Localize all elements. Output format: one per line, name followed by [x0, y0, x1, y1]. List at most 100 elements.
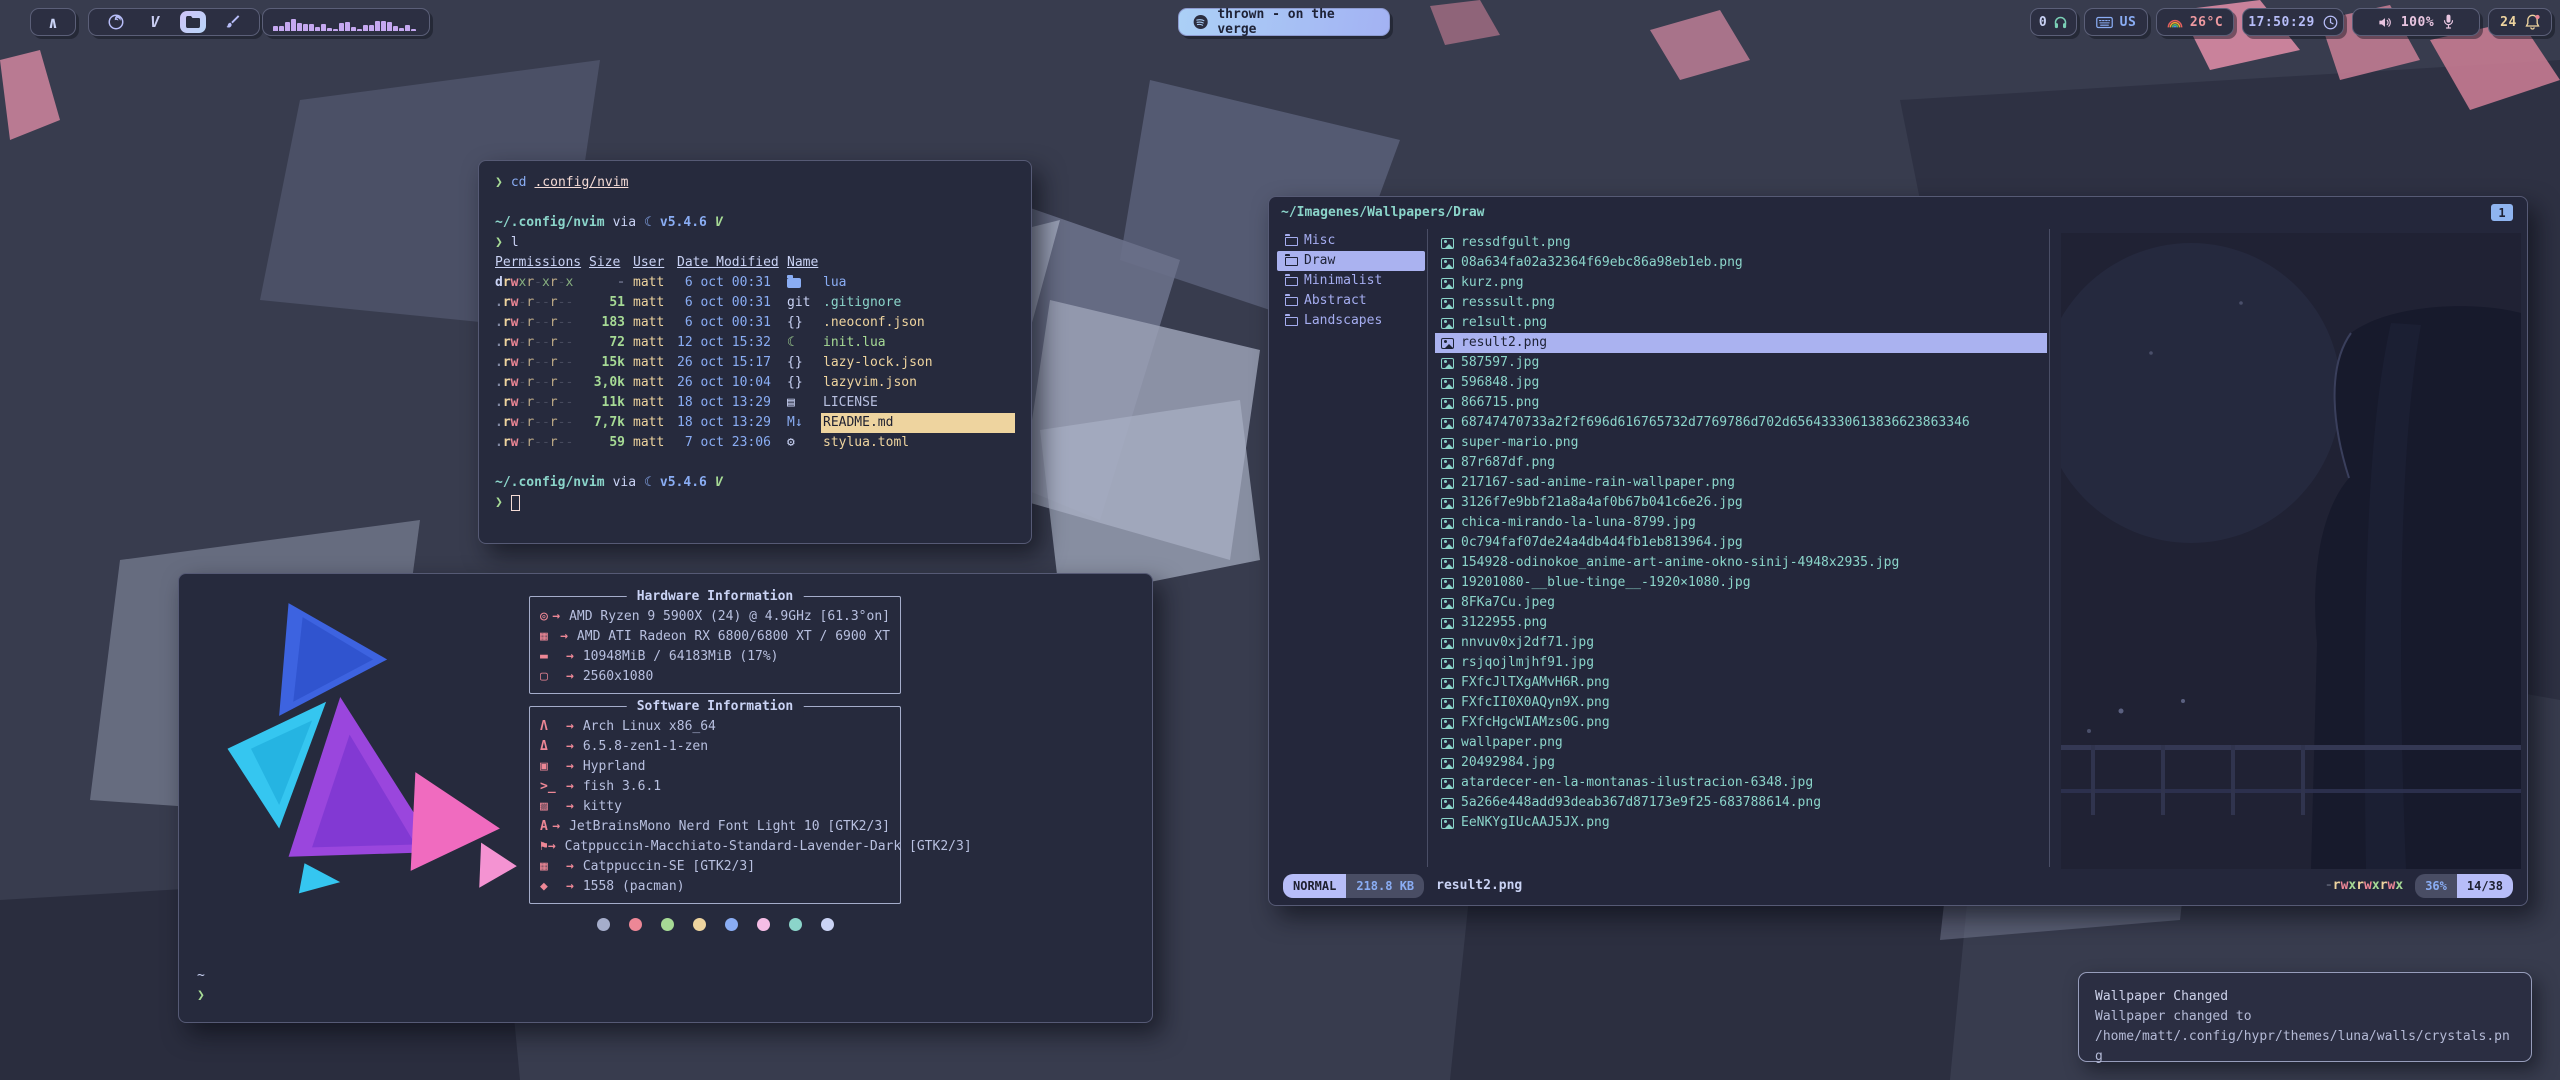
- fetch-window[interactable]: Hardware Information ◎ → AMD Ryzen 9 590…: [178, 573, 1153, 1023]
- files-button[interactable]: [180, 11, 206, 33]
- arrow-icon: →: [566, 737, 574, 757]
- arrow-icon: →: [566, 757, 574, 777]
- file-item[interactable]: nnvuv0xj2df71.jpg: [1435, 633, 2047, 653]
- file-item[interactable]: 08a634fa02a32364f69ebc86a98eb1eb.png: [1435, 253, 2047, 273]
- tray-keyboard-layout[interactable]: US: [2084, 8, 2148, 36]
- image-icon: [1441, 498, 1454, 509]
- notification-toast[interactable]: Wallpaper Changed Wallpaper changed to /…: [2078, 972, 2532, 1062]
- file-item[interactable]: resssult.png: [1435, 293, 2047, 313]
- tab-indicator[interactable]: 1: [2491, 204, 2513, 221]
- file-item[interactable]: FXfcJlTXgAMvH6R.png: [1435, 673, 2047, 693]
- file-item[interactable]: ressdfgult.png: [1435, 233, 2047, 253]
- paint-button[interactable]: [219, 11, 245, 33]
- file-item[interactable]: 68747470733a2f2f696d616765732d7769786d70…: [1435, 413, 2047, 433]
- file-item[interactable]: 0c794faf07de24a4db4d4fb1eb813964.jpg: [1435, 533, 2047, 553]
- file-item[interactable]: FXfcII0X0AQyn9X.png: [1435, 693, 2047, 713]
- file-item[interactable]: 5a266e448add93deab367d87173e9f25-6837886…: [1435, 793, 2047, 813]
- file-item[interactable]: 3122955.png: [1435, 613, 2047, 633]
- lua-icon: ☾: [644, 473, 652, 493]
- file-item[interactable]: 866715.png: [1435, 393, 2047, 413]
- neovim-button[interactable]: V: [142, 11, 168, 33]
- file-item[interactable]: rsjqojlmjhf91.jpg: [1435, 653, 2047, 673]
- listing-row: .rw-r--r-- 59 matt 7 oct 23:06 ⚙ stylua.…: [495, 433, 1015, 453]
- file-item[interactable]: 154928-odinokoe_anime-art-anime-okno-sin…: [1435, 553, 2047, 573]
- prompt-line[interactable]: ❯: [495, 493, 1015, 513]
- file-item[interactable]: 8FKa7Cu.jpeg: [1435, 593, 2047, 613]
- file-item[interactable]: 3126f7e9bbf21a8a4af0b67b041c6e26.jpg: [1435, 493, 2047, 513]
- file-date: 12 oct 15:32: [677, 333, 779, 353]
- visualizer-bar: [321, 24, 326, 31]
- tray-unread[interactable]: 24: [2488, 8, 2552, 36]
- tray-volume[interactable]: 100%: [2352, 8, 2480, 36]
- image-icon: [1441, 438, 1454, 449]
- tray-clock[interactable]: 17:50:29: [2242, 8, 2344, 36]
- palette-dot: [693, 918, 706, 931]
- file-item[interactable]: 587597.jpg: [1435, 353, 2047, 373]
- file-item[interactable]: EeNKYgIUcAAJ5JX.png: [1435, 813, 2047, 833]
- file-size: -: [589, 273, 625, 293]
- firefox-button[interactable]: [103, 11, 129, 33]
- file-item[interactable]: 87r687df.png: [1435, 453, 2047, 473]
- command-line: ❯cd.config/nvim: [495, 173, 1015, 193]
- preview-image: [2061, 233, 2521, 869]
- info-value: AMD ATI Radeon RX 6800/6800 XT / 6900 XT: [577, 627, 890, 647]
- file-item[interactable]: 217167-sad-anime-rain-wallpaper.png: [1435, 473, 2047, 493]
- prompt-line[interactable]: ❯: [197, 986, 205, 1006]
- folder-icon: [1285, 237, 1298, 246]
- lua-version: v5.4.6: [660, 473, 707, 493]
- file-item[interactable]: 20492984.jpg: [1435, 753, 2047, 773]
- filetype-icon: {}: [787, 353, 813, 373]
- listing-row: drwxr-xr-x - matt 6 oct 00:31 lua: [495, 273, 1015, 293]
- file-item[interactable]: re1sult.png: [1435, 313, 2047, 333]
- file-name: atardecer-en-la-montanas-ilustracion-634…: [1461, 773, 1813, 793]
- visualizer-bar: [309, 24, 314, 31]
- sidebar-folder[interactable]: Draw: [1277, 251, 1425, 271]
- info-row: ◆ → 1558 (pacman): [540, 877, 890, 897]
- tray-notifications[interactable]: 0: [2030, 8, 2077, 36]
- file-item[interactable]: kurz.png: [1435, 273, 2047, 293]
- info-row: >_ → fish 3.6.1: [540, 777, 890, 797]
- font-icon: A: [540, 817, 552, 837]
- listing-row: .rw-r--r-- 7,7k matt 18 oct 13:29 M↓ REA…: [495, 413, 1015, 433]
- folder-name: Abstract: [1304, 291, 1367, 311]
- arch-icon: Λ: [540, 717, 566, 737]
- sidebar-folder[interactable]: Minimalist: [1277, 271, 1425, 291]
- keyboard-icon: [2096, 16, 2113, 29]
- visualizer-bar: [411, 29, 416, 31]
- prompt-context: ~/.config/nvimvia☾v5.4.6V: [495, 213, 1015, 233]
- listing-row: .rw-r--r-- 183 matt 6 oct 00:31 {} .neoc…: [495, 313, 1015, 333]
- visualizer-bar: [315, 27, 320, 31]
- now-playing-widget[interactable]: thrown - on the verge: [1178, 8, 1390, 36]
- image-icon: [1441, 798, 1454, 809]
- visualizer-bar: [393, 26, 398, 31]
- command: cd: [511, 173, 527, 193]
- file-date: 26 oct 10:04: [677, 373, 779, 393]
- visualizer-bar: [327, 28, 332, 31]
- command: l: [511, 233, 519, 253]
- info-row: ▦ → AMD ATI Radeon RX 6800/6800 XT / 690…: [540, 627, 890, 647]
- pane-divider: [2049, 229, 2050, 867]
- theme-icon: ⚑: [540, 837, 548, 857]
- file-item[interactable]: FXfcHgcWIAMzs0G.png: [1435, 713, 2047, 733]
- file-item[interactable]: super-mario.png: [1435, 433, 2047, 453]
- file-item[interactable]: chica-mirando-la-luna-8799.jpg: [1435, 513, 2047, 533]
- tray-weather[interactable]: 26°C: [2156, 8, 2234, 36]
- sidebar-folder[interactable]: Landscapes: [1277, 311, 1425, 331]
- image-icon: [1441, 818, 1454, 829]
- file-item[interactable]: wallpaper.png: [1435, 733, 2047, 753]
- sidebar-folder[interactable]: Misc: [1277, 231, 1425, 251]
- info-row: A → JetBrainsMono Nerd Font Light 10 [GT…: [540, 817, 890, 837]
- file-manager-window[interactable]: ~/Imagenes/Wallpapers/Draw 1 Misc Draw M…: [1268, 196, 2528, 906]
- file-name: LICENSE: [821, 393, 1015, 413]
- file-item[interactable]: atardecer-en-la-montanas-ilustracion-634…: [1435, 773, 2047, 793]
- terminal-window[interactable]: ❯cd.config/nvim ~/.config/nvimvia☾v5.4.6…: [478, 160, 1032, 544]
- file-item[interactable]: 19201080-__blue-tinge__-1920×1080.jpg: [1435, 573, 2047, 593]
- file-item[interactable]: result2.png: [1435, 333, 2047, 353]
- visualizer-bar: [303, 24, 308, 31]
- file-owner: matt: [633, 393, 669, 413]
- file-item[interactable]: 596848.jpg: [1435, 373, 2047, 393]
- breadcrumb-path: ~/Imagenes/Wallpapers/Draw: [1281, 203, 1485, 223]
- launcher-button[interactable]: ∧: [30, 8, 76, 36]
- sidebar-folder[interactable]: Abstract: [1277, 291, 1425, 311]
- file-date: 26 oct 15:17: [677, 353, 779, 373]
